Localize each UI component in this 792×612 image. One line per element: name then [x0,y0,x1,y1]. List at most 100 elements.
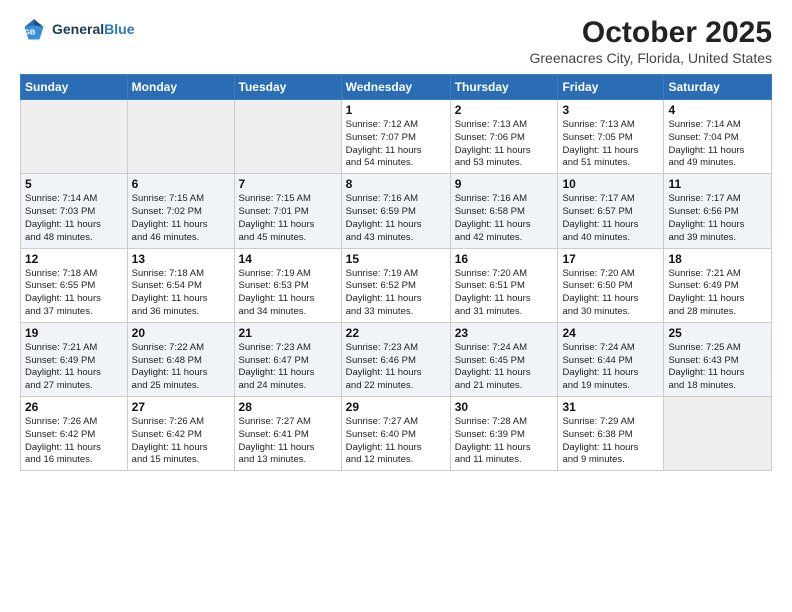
day-info: Sunrise: 7:26 AMSunset: 6:42 PMDaylight:… [25,416,123,467]
header-tuesday: Tuesday [234,75,341,100]
day-number: 26 [25,400,123,414]
table-row: 19 Sunrise: 7:21 AMSunset: 6:49 PMDayligh… [21,322,128,396]
day-info: Sunrise: 7:15 AMSunset: 7:01 PMDaylight:… [239,193,337,244]
logo-icon: GB [20,16,48,44]
day-info: Sunrise: 7:21 AMSunset: 6:49 PMDaylight:… [25,342,123,393]
day-number: 18 [668,252,767,266]
day-info: Sunrise: 7:20 AMSunset: 6:50 PMDaylight:… [562,268,659,319]
table-row: 12 Sunrise: 7:18 AMSunset: 6:55 PMDayligh… [21,248,128,322]
page: GB GeneralBlue October 2025 Greenacres C… [0,0,792,612]
day-info: Sunrise: 7:27 AMSunset: 6:41 PMDaylight:… [239,416,337,467]
table-row: 30Sunrise: 7:28 AMSunset: 6:39 PMDayligh… [450,397,558,471]
day-number: 12 [25,252,123,266]
table-row: 29Sunrise: 7:27 AMSunset: 6:40 PMDayligh… [341,397,450,471]
day-info: Sunrise: 7:14 AMSunset: 7:03 PMDaylight:… [25,193,123,244]
location-title: Greenacres City, Florida, United States [529,50,772,66]
table-row: 4 Sunrise: 7:14 AMSunset: 7:04 PMDaylight… [664,100,772,174]
header-friday: Friday [558,75,664,100]
table-row: 17 Sunrise: 7:20 AMSunset: 6:50 PMDayligh… [558,248,664,322]
table-row: 9 Sunrise: 7:16 AMSunset: 6:58 PMDaylight… [450,174,558,248]
table-row: 27 Sunrise: 7:26 AMSunset: 6:42 PMDayligh… [127,397,234,471]
day-info: Sunrise: 7:23 AMSunset: 6:47 PMDaylight:… [239,342,337,393]
day-info: Sunrise: 7:18 AMSunset: 6:55 PMDaylight:… [25,268,123,319]
calendar-week-row: 26 Sunrise: 7:26 AMSunset: 6:42 PMDayligh… [21,397,772,471]
title-block: October 2025 Greenacres City, Florida, U… [529,16,772,66]
day-info: Sunrise: 7:25 AMSunset: 6:43 PMDaylight:… [668,342,767,393]
logo: GB GeneralBlue [20,16,134,44]
day-info: Sunrise: 7:20 AMSunset: 6:51 PMDaylight:… [455,268,554,319]
day-number: 6 [132,177,230,191]
header-thursday: Thursday [450,75,558,100]
header-saturday: Saturday [664,75,772,100]
day-info: Sunrise: 7:16 AMSunset: 6:58 PMDaylight:… [455,193,554,244]
header-wednesday: Wednesday [341,75,450,100]
table-row: 3Sunrise: 7:13 AMSunset: 7:05 PMDaylight… [558,100,664,174]
header: GB GeneralBlue October 2025 Greenacres C… [20,16,772,66]
day-info: Sunrise: 7:29 AMSunset: 6:38 PMDaylight:… [562,416,659,467]
header-sunday: Sunday [21,75,128,100]
day-info: Sunrise: 7:16 AMSunset: 6:59 PMDaylight:… [346,193,446,244]
day-number: 15 [346,252,446,266]
day-number: 16 [455,252,554,266]
table-row: 6 Sunrise: 7:15 AMSunset: 7:02 PMDaylight… [127,174,234,248]
table-row: 10 Sunrise: 7:17 AMSunset: 6:57 PMDayligh… [558,174,664,248]
day-number: 31 [562,400,659,414]
table-row: 26 Sunrise: 7:26 AMSunset: 6:42 PMDayligh… [21,397,128,471]
day-info: Sunrise: 7:14 AMSunset: 7:04 PMDaylight:… [668,119,767,170]
table-row [21,100,128,174]
day-number: 10 [562,177,659,191]
day-info: Sunrise: 7:19 AMSunset: 6:52 PMDaylight:… [346,268,446,319]
day-number: 4 [668,103,767,117]
day-number: 9 [455,177,554,191]
table-row: 18 Sunrise: 7:21 AMSunset: 6:49 PMDayligh… [664,248,772,322]
day-info: Sunrise: 7:24 AMSunset: 6:45 PMDaylight:… [455,342,554,393]
calendar-week-row: 19 Sunrise: 7:21 AMSunset: 6:49 PMDayligh… [21,322,772,396]
table-row: 8 Sunrise: 7:16 AMSunset: 6:59 PMDaylight… [341,174,450,248]
day-number: 21 [239,326,337,340]
day-info: Sunrise: 7:21 AMSunset: 6:49 PMDaylight:… [668,268,767,319]
svg-text:GB: GB [24,28,36,37]
day-number: 19 [25,326,123,340]
day-number: 25 [668,326,767,340]
day-number: 5 [25,177,123,191]
day-number: 11 [668,177,767,191]
day-info: Sunrise: 7:15 AMSunset: 7:02 PMDaylight:… [132,193,230,244]
table-row: 23Sunrise: 7:24 AMSunset: 6:45 PMDayligh… [450,322,558,396]
table-row: 5 Sunrise: 7:14 AMSunset: 7:03 PMDaylight… [21,174,128,248]
day-number: 30 [455,400,554,414]
logo-line1: GeneralBlue [52,22,134,37]
day-number: 8 [346,177,446,191]
day-number: 7 [239,177,337,191]
day-info: Sunrise: 7:13 AMSunset: 7:06 PMDaylight:… [455,119,554,170]
table-row: 11 Sunrise: 7:17 AMSunset: 6:56 PMDayligh… [664,174,772,248]
day-number: 24 [562,326,659,340]
day-number: 3 [562,103,659,117]
calendar-table: Sunday Monday Tuesday Wednesday Thursday… [20,74,772,471]
table-row: 16 Sunrise: 7:20 AMSunset: 6:51 PMDayligh… [450,248,558,322]
day-info: Sunrise: 7:17 AMSunset: 6:56 PMDaylight:… [668,193,767,244]
day-number: 22 [346,326,446,340]
day-info: Sunrise: 7:26 AMSunset: 6:42 PMDaylight:… [132,416,230,467]
day-info: Sunrise: 7:23 AMSunset: 6:46 PMDaylight:… [346,342,446,393]
day-number: 14 [239,252,337,266]
day-number: 28 [239,400,337,414]
day-number: 2 [455,103,554,117]
weekday-header-row: Sunday Monday Tuesday Wednesday Thursday… [21,75,772,100]
day-number: 27 [132,400,230,414]
day-info: Sunrise: 7:18 AMSunset: 6:54 PMDaylight:… [132,268,230,319]
day-number: 17 [562,252,659,266]
header-monday: Monday [127,75,234,100]
table-row: 28 Sunrise: 7:27 AMSunset: 6:41 PMDayligh… [234,397,341,471]
table-row: 14Sunrise: 7:19 AMSunset: 6:53 PMDayligh… [234,248,341,322]
calendar-week-row: 1Sunrise: 7:12 AMSunset: 7:07 PMDaylight… [21,100,772,174]
table-row: 20Sunrise: 7:22 AMSunset: 6:48 PMDayligh… [127,322,234,396]
day-number: 13 [132,252,230,266]
table-row: 13 Sunrise: 7:18 AMSunset: 6:54 PMDayligh… [127,248,234,322]
month-title: October 2025 [529,16,772,50]
day-info: Sunrise: 7:17 AMSunset: 6:57 PMDaylight:… [562,193,659,244]
table-row: 25 Sunrise: 7:25 AMSunset: 6:43 PMDayligh… [664,322,772,396]
day-number: 1 [346,103,446,117]
table-row [234,100,341,174]
table-row: 15 Sunrise: 7:19 AMSunset: 6:52 PMDayligh… [341,248,450,322]
logo-text-block: GeneralBlue [52,22,134,37]
